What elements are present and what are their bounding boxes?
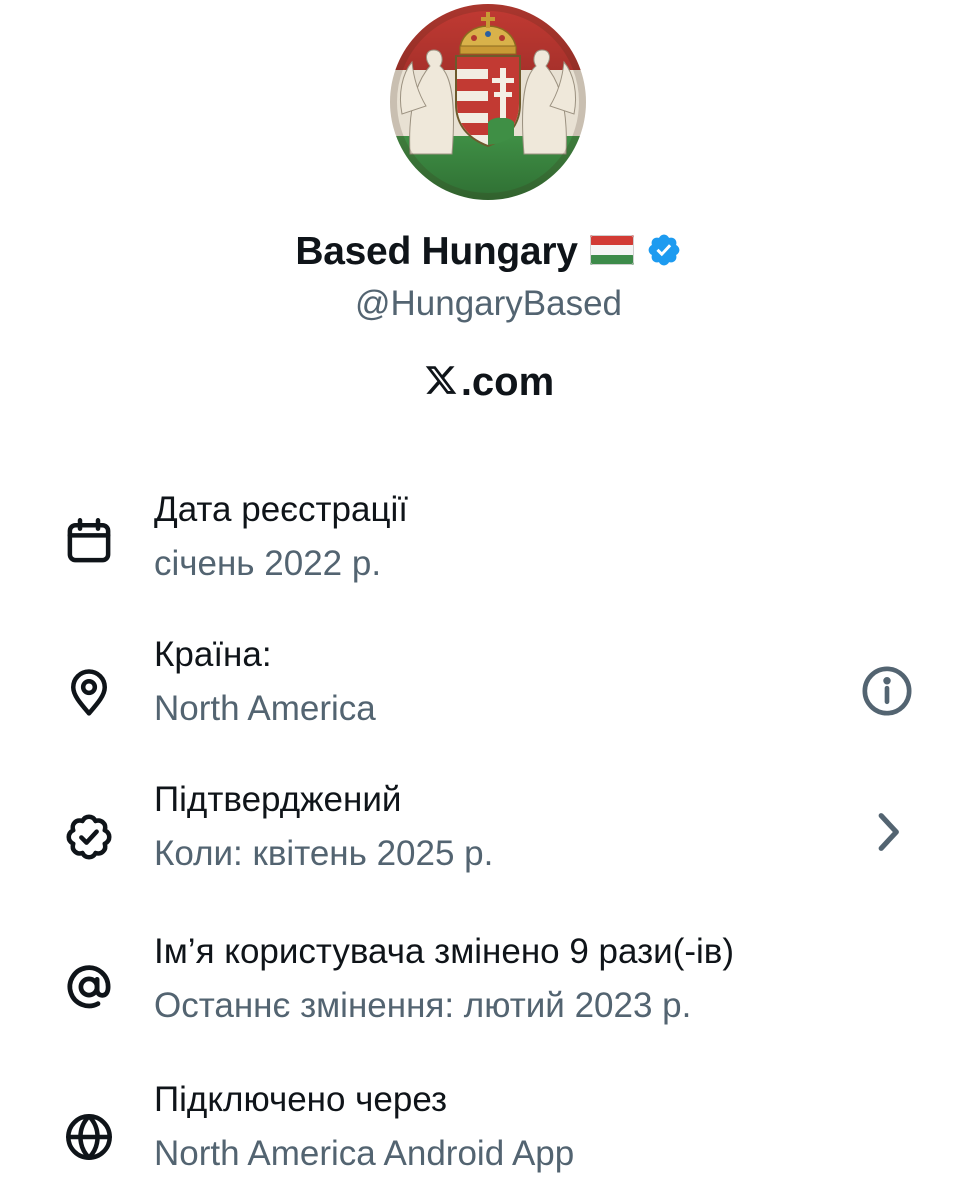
- row-subtitle: Коли: квітень 2025 р.: [154, 834, 494, 873]
- globe-icon: [62, 1110, 116, 1164]
- location-pin-icon: [62, 665, 116, 719]
- about-row-connected-via: Підключено через North America Android A…: [0, 1080, 977, 1190]
- row-title: Країна:: [154, 635, 272, 674]
- hungarian-coat-of-arms-icon: [390, 4, 586, 200]
- about-row-username-changes: Ім’я користувача змінено 9 рази(-ів) Ост…: [0, 932, 977, 1042]
- row-title: Підключено через: [154, 1080, 448, 1119]
- row-title: Дата реєстрації: [154, 490, 409, 529]
- about-row-join-date: Дата реєстрації січень 2022 р.: [0, 490, 977, 600]
- verified-check-icon: [62, 810, 116, 864]
- row-subtitle: Останнє змінення: лютий 2023 р.: [154, 986, 692, 1025]
- display-name: Based Hungary: [295, 230, 578, 273]
- at-sign-icon: [62, 960, 116, 1014]
- info-icon[interactable]: [859, 663, 915, 719]
- row-subtitle: січень 2022 р.: [154, 544, 382, 583]
- hungary-flag-icon: [589, 234, 634, 270]
- row-subtitle: North America: [154, 689, 376, 728]
- about-row-verified[interactable]: Підтверджений Коли: квітень 2025 р.: [0, 780, 977, 890]
- row-subtitle: North America Android App: [154, 1134, 575, 1173]
- chevron-right-icon[interactable]: [859, 804, 915, 860]
- site-link[interactable]: .com: [0, 360, 977, 405]
- verified-badge-icon[interactable]: [646, 232, 682, 273]
- about-row-country: Країна: North America: [0, 635, 977, 745]
- row-title: Ім’я користувача змінено 9 рази(-ів): [154, 932, 735, 971]
- row-title: Підтверджений: [154, 780, 402, 819]
- display-name-row: Based Hungary: [0, 230, 977, 274]
- x-logo-icon: [423, 363, 459, 402]
- site-label: .com: [460, 360, 555, 404]
- avatar[interactable]: [390, 4, 586, 200]
- handle[interactable]: @HungaryBased: [0, 284, 977, 324]
- calendar-icon: [62, 514, 116, 568]
